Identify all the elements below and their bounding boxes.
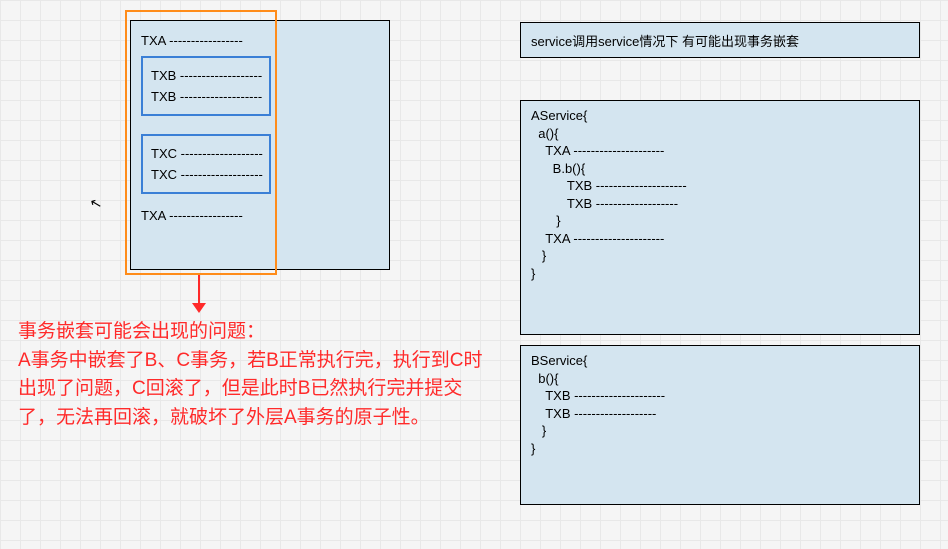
explanation-text: 事务嵌套可能会出现的问题： A事务中嵌套了B、C事务，若B正常执行完，执行到C时… [18, 318, 498, 432]
arrow-head-icon [192, 303, 206, 313]
arrow-shaft [198, 275, 200, 305]
code-line: TXA --------------------- [531, 230, 909, 248]
highlight-rectangle [125, 10, 277, 275]
mouse-cursor: ↖ [88, 194, 104, 213]
code-line: } [531, 247, 909, 265]
code-line: } [531, 212, 909, 230]
code-line: AService{ [531, 107, 909, 125]
aservice-code-box: AService{ a(){ TXA ---------------------… [520, 100, 920, 335]
explanation-title: 事务嵌套可能会出现的问题： [18, 318, 498, 347]
code-line: TXB ------------------- [531, 195, 909, 213]
code-line: } [531, 440, 909, 458]
code-line: TXB --------------------- [531, 177, 909, 195]
code-line: } [531, 265, 909, 283]
code-line: b(){ [531, 370, 909, 388]
code-line: BService{ [531, 352, 909, 370]
top-right-note-text: service调用service情况下 有可能出现事务嵌套 [531, 34, 799, 49]
top-right-note-box: service调用service情况下 有可能出现事务嵌套 [520, 22, 920, 58]
code-line: a(){ [531, 125, 909, 143]
bservice-code-box: BService{ b(){ TXB ---------------------… [520, 345, 920, 505]
code-line: TXB --------------------- [531, 387, 909, 405]
code-line: TXA --------------------- [531, 142, 909, 160]
code-line: } [531, 422, 909, 440]
code-line: B.b(){ [531, 160, 909, 178]
code-line: TXB ------------------- [531, 405, 909, 423]
explanation-body: A事务中嵌套了B、C事务，若B正常执行完，执行到C时出现了问题，C回滚了，但是此… [18, 347, 498, 433]
